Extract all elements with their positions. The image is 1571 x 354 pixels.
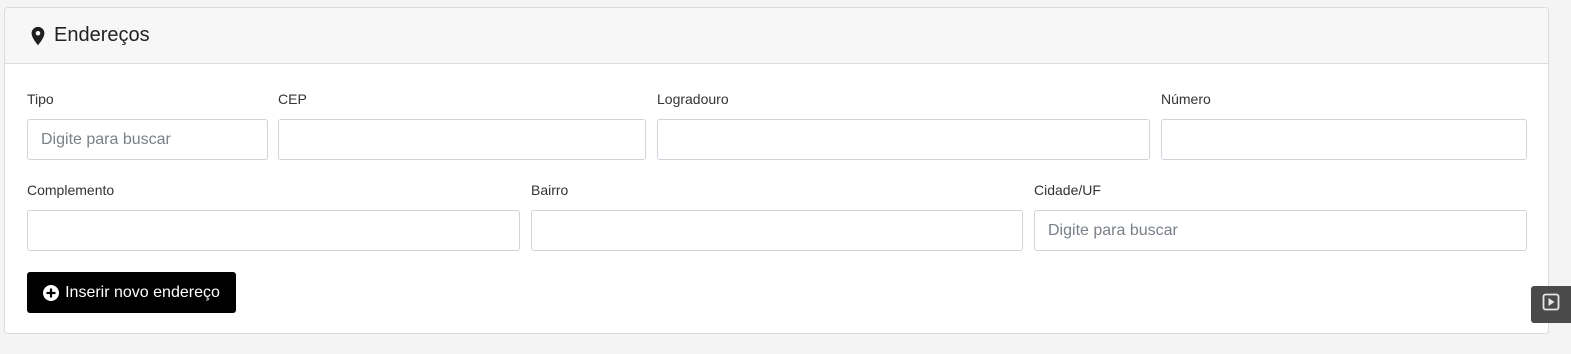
bairro-label: Bairro (531, 182, 569, 198)
plus-circle-icon (43, 284, 60, 301)
add-address-button[interactable]: Inserir novo endereço (27, 272, 236, 313)
numero-input[interactable] (1161, 119, 1527, 160)
section-title: Endereços (54, 24, 150, 46)
add-address-label: Inserir novo endereço (65, 283, 220, 301)
complemento-label: Complemento (27, 182, 115, 198)
play-square-icon (1542, 293, 1560, 316)
cidade-uf-input[interactable] (1034, 210, 1527, 251)
addresses-card: Endereços Tipo CEP Logradouro Número Com… (4, 7, 1549, 334)
numero-label: Número (1161, 91, 1211, 107)
logradouro-input[interactable] (657, 119, 1150, 160)
cidade-uf-label: Cidade/UF (1034, 182, 1101, 198)
cep-input[interactable] (278, 119, 646, 160)
bairro-input[interactable] (531, 210, 1023, 251)
logradouro-label: Logradouro (657, 91, 729, 107)
tipo-input[interactable] (27, 119, 268, 160)
map-marker-icon (27, 25, 49, 47)
card-header: Endereços (5, 8, 1548, 64)
tipo-label: Tipo (27, 91, 54, 107)
side-panel-toggle[interactable] (1531, 286, 1571, 323)
cep-label: CEP (278, 91, 307, 107)
complemento-input[interactable] (27, 210, 520, 251)
